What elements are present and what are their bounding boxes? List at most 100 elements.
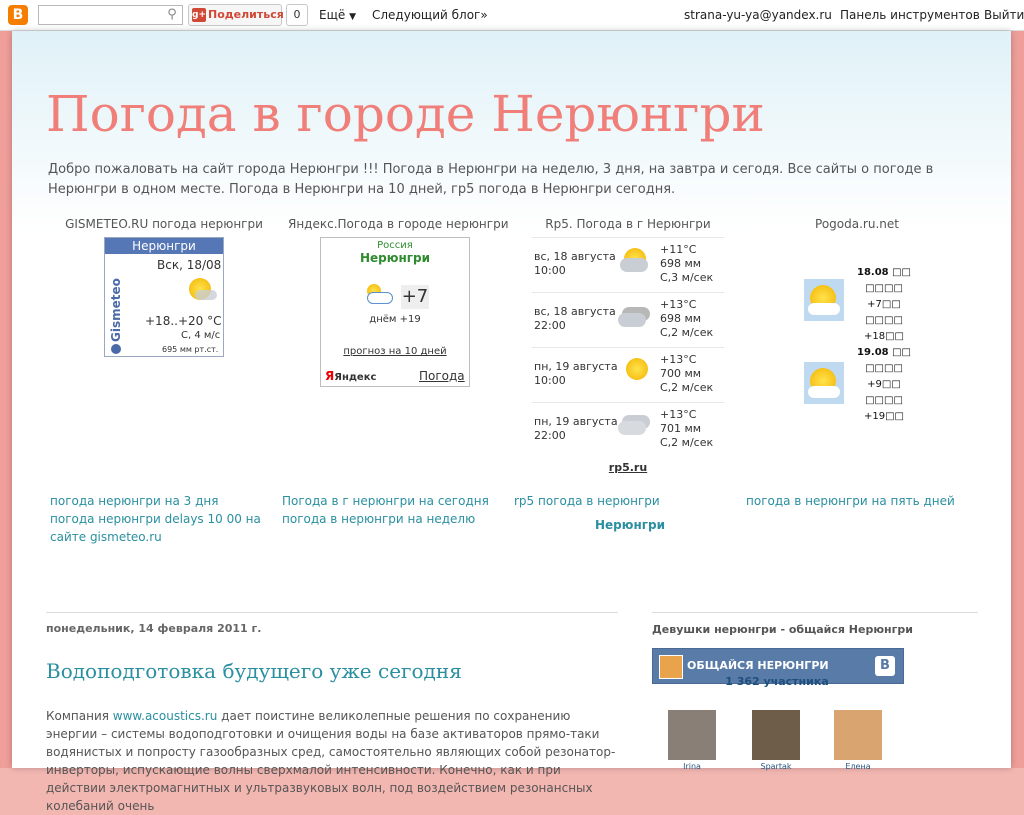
vk-group-name: ОБЩАЙСЯ НЕРЮНГРИ [687,659,829,672]
vk-members-count[interactable]: 1 362 участника [652,675,902,688]
rp5-row: пн, 19 августа 22:00 +13°C 701 мм С,2 м/… [532,402,724,457]
yandex-widget-label: Яндекс.Погода в городе нерюнгри [288,217,509,231]
rp5-pressure: 701 мм [660,422,702,435]
sidebar-title: Девушки нерюнгри - общайся Нерюнгри [652,623,913,636]
rp5-wind: С,2 м/сек [660,381,714,394]
blog-title[interactable]: Погода в городе Нерюнгри [46,85,765,143]
post-body-link[interactable]: www.acoustics.ru [113,709,218,723]
rp5-values: +13°C 701 мм С,2 м/сек [660,408,713,450]
link-neryungri[interactable]: Нерюнгри [595,518,665,532]
link-five-days[interactable]: погода в нерюнгри на пять дней [746,494,955,508]
pogoda-day1-date: 18.08 □□ [856,267,911,278]
avatar[interactable] [668,710,716,760]
rp5-row: пн, 19 августа 10:00 +13°C 700 мм С,2 м/… [532,347,724,402]
member-name[interactable]: Елена [834,762,882,771]
post-divider [46,612,618,613]
share-count: 0 [286,4,308,26]
avatar[interactable] [752,710,800,760]
yandex-brand: Яндекс [334,372,377,383]
search-icon[interactable]: ⚲ [163,5,181,25]
cloud-icon [618,421,646,435]
blogger-navbar: B ⚲ g+ Поделиться 0 Ещё ▼ Следующий блог»… [0,0,1024,31]
member-name[interactable]: Spartak [752,762,800,771]
rp5-widget-label: Rp5. Погода в г Нерюнгри [545,217,711,231]
avatar[interactable] [834,710,882,760]
gismeteo-brand: Gismeteo [107,260,125,356]
next-blog-link[interactable]: Следующий блог» [372,0,488,30]
share-button-label: Поделиться [208,8,284,21]
more-menu[interactable]: Ещё ▼ [319,0,356,30]
pogoda-day2-line: +9□□ [867,379,901,390]
blogger-logo-icon[interactable]: B [8,5,28,25]
pogoda-widget-label: Pogoda.ru.net [815,217,899,231]
rp5-time: 10:00 [534,374,566,387]
blog-page: Погода в городе Нерюнгри Добро пожаловат… [12,31,1011,813]
yandex-country: Россия [377,240,413,251]
post-date: понедельник, 14 февраля 2011 г. [46,622,262,635]
post-body: Компания www.acoustics.ru дает поистине … [46,707,621,815]
rp5-values: +13°C 698 мм С,2 м/сек [660,298,713,340]
yandex-forecast-link[interactable]: прогноз на 10 дней [321,346,469,357]
link-3-days[interactable]: погода нерюнгри на 3 дня [50,494,218,508]
yandex-day-temp: днём +19 [369,314,421,325]
pogoda-day1-line: +18□□ [864,331,904,342]
post-body-text: Компания [46,709,113,723]
caret-down-icon: ▼ [349,12,357,22]
logout-link[interactable]: Выйти [984,0,1024,30]
rp5-pressure: 698 мм [660,312,702,325]
link-gismeteo[interactable]: погода нерюнгри delays 10 00 на [50,512,261,526]
yandex-weather-link[interactable]: Погода [419,369,465,383]
gismeteo-temp: +18..+20 °C [145,314,222,328]
rp5-wind: С,2 м/сек [660,436,714,449]
member-name[interactable]: Irina [668,762,716,771]
gismeteo-date: Вск, 18/08 [157,258,222,272]
sidebar-divider [652,612,978,613]
page-background-left [0,31,12,768]
rp5-wind: С,3 м/сек [660,271,714,284]
rp5-temp: +13°C [660,353,697,366]
yandex-temp: +7 [401,285,429,309]
rp5-values: +11°C 698 мм С,3 м/сек [660,243,713,285]
rp5-pressure: 700 мм [660,367,702,380]
yandex-weather-widget[interactable]: Россия Нерюнгри +7 днём +19 прогноз на 1… [320,237,470,387]
rp5-wind: С,2 м/сек [660,326,714,339]
yandex-logo: ЯЯндекс [325,369,377,383]
pogoda-day2-line: +19□□ [864,411,904,422]
rp5-values: +13°C 700 мм С,2 м/сек [660,353,713,395]
pogoda-day2-date: 19.08 □□ [856,347,911,358]
rp5-date: вс, 18 августа [534,250,616,263]
gismeteo-city: Нерюнгри [105,238,223,254]
dashboard-link[interactable]: Панель инструментов [840,0,980,30]
gismeteo-wind: С, 4 м/с [181,330,221,341]
link-gismeteo-cont[interactable]: сайте gismeteo.ru [50,530,162,544]
yandex-city: Нерюнгри [360,251,430,265]
link-today[interactable]: Погода в г нерюнгри на сегодня [282,494,489,508]
gismeteo-brand-text: Gismeteo [109,278,123,342]
blog-description: Добро пожаловать на сайт города Нерюнгри… [48,162,934,197]
google-plus-icon: g+ [192,8,206,22]
link-week[interactable]: погода в нерюнгри на неделю [282,512,475,526]
rp5-temp: +13°C [660,298,697,311]
cloud-icon [195,290,217,300]
gismeteo-widget-label: GISMETEO.RU погода нерюнгри [65,217,263,231]
rp5-row: вс, 18 августа 22:00 +13°C 698 мм С,2 м/… [532,292,724,347]
post-body-text: дает поистине великолепные решения по со… [46,709,616,813]
rp5-temp: +11°C [660,243,697,256]
navbar-search-input[interactable] [38,5,183,25]
pogoda-day1-line: □□□□ [865,283,903,294]
post-title[interactable]: Водоподготовка будущего уже сегодня [46,659,462,683]
pogoda-day1-line: □□□□ [865,315,903,326]
pogoda-day1-line: +7□□ [867,299,901,310]
rp5-time: 22:00 [534,319,566,332]
rp5-time: 22:00 [534,429,566,442]
sun-cloud-icon [804,279,844,321]
rp5-pressure: 698 мм [660,257,702,270]
link-rp5[interactable]: rp5 погода в нерюнгри [514,494,660,508]
share-button[interactable]: g+ Поделиться [188,4,284,26]
rp5-date: пн, 19 августа [534,415,618,428]
more-menu-label: Ещё [319,8,346,22]
rp5-footer-link[interactable]: rp5.ru [532,461,724,474]
pogoda-day2-line: □□□□ [865,363,903,374]
cloud-icon [808,303,840,315]
gismeteo-widget[interactable]: Нерюнгри Gismeteo Вск, 18/08 +18..+20 °C… [104,237,224,357]
